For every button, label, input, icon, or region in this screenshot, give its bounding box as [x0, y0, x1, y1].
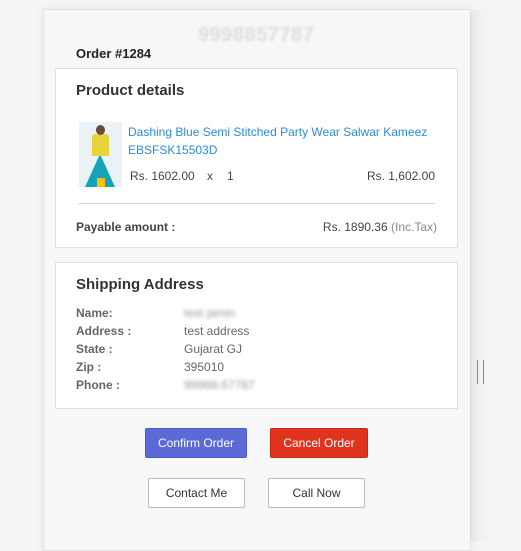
shipping-name-label: Name: — [76, 306, 113, 320]
payable-amount-value: Rs. 1890.36 (Inc.Tax) — [323, 220, 437, 234]
shipping-zip-value: 395010 — [184, 360, 225, 374]
shipping-state-label: State : — [76, 342, 113, 356]
shipping-address-card: Shipping Address Name: test jamin Addres… — [55, 262, 458, 409]
phone-number-header: 9998857787 — [198, 24, 315, 46]
payable-amount-label: Payable amount : — [76, 220, 176, 234]
product-details-title: Product details — [76, 82, 185, 99]
cancel-order-button[interactable]: Cancel Order — [270, 428, 368, 458]
resize-handle-icon[interactable] — [477, 360, 484, 384]
shipping-state-value: Gujarat GJ — [184, 342, 243, 356]
confirm-order-button[interactable]: Confirm Order — [145, 428, 247, 458]
shipping-address-value: test address — [184, 324, 250, 338]
shipping-address-title: Shipping Address — [76, 276, 204, 293]
shipping-phone-value: 99988-57787 — [184, 378, 255, 392]
shipping-address-label: Address : — [76, 324, 132, 338]
product-quantity: 1 — [227, 169, 234, 183]
tax-note: (Inc.Tax) — [390, 220, 437, 234]
product-unit-price: Rs. 1602.00 — [130, 169, 195, 183]
product-times-sign: x — [207, 169, 213, 183]
call-now-button[interactable]: Call Now — [268, 478, 365, 508]
shipping-phone-label: Phone : — [76, 378, 120, 392]
order-title: Order #1284 — [76, 46, 152, 61]
product-details-card: Product details Dashing Blue Semi Stitch… — [55, 68, 458, 248]
contact-me-button[interactable]: Contact Me — [148, 478, 245, 508]
product-name-link[interactable]: Dashing Blue Semi Stitched Party Wear Sa… — [128, 123, 448, 159]
payable-amount: Rs. 1890.36 — [322, 220, 388, 234]
panel-shadow — [470, 10, 490, 541]
shipping-zip-label: Zip : — [76, 360, 102, 374]
divider — [78, 203, 435, 204]
product-thumbnail[interactable] — [79, 122, 122, 187]
product-line-total: Rs. 1,602.00 — [366, 169, 435, 183]
shipping-name-value: test jamin — [184, 306, 236, 320]
